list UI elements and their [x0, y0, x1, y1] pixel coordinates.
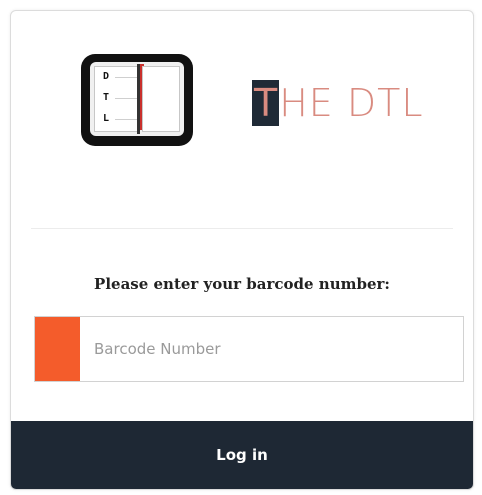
login-card: D T L T HE DTL Please enter your barcode…: [10, 10, 474, 490]
barcode-prompt: Please enter your barcode number:: [94, 275, 390, 293]
book-pages: D T L: [90, 62, 184, 136]
book-letter-t: T: [103, 92, 110, 103]
book-line: [115, 98, 137, 99]
logo-header: D T L T HE DTL: [11, 11, 473, 228]
header-divider: [31, 228, 453, 229]
book-left-page: D T L: [94, 66, 138, 132]
barcode-field: [34, 316, 464, 382]
book-right-page: [142, 66, 180, 132]
book-letter-d: D: [103, 71, 110, 82]
brand-first-letter: T: [252, 80, 280, 126]
brand-wordmark: T HE DTL: [252, 80, 424, 126]
login-button[interactable]: Log in: [11, 421, 473, 489]
book-line: [115, 77, 137, 78]
barcode-field-accent: [35, 317, 80, 381]
brand-name: HE DTL: [279, 81, 424, 125]
book-logo-icon: D T L: [81, 54, 193, 146]
book-letter-l: L: [103, 113, 110, 124]
book-line: [115, 119, 137, 120]
barcode-input[interactable]: [80, 317, 463, 381]
